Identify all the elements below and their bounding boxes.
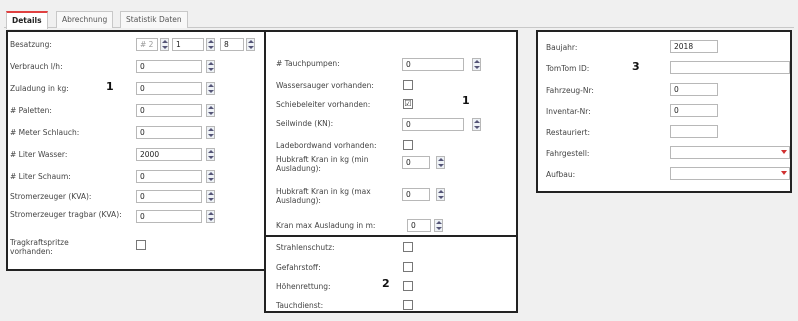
panel-sonderdienste: Strahlenschutz: Gefahrstoff: Höhenrettun… bbox=[264, 235, 518, 313]
schiebeleiter-label: Schiebeleiter vorhanden: bbox=[276, 100, 371, 109]
schiebeleiter-checkbox[interactable]: ☑ bbox=[403, 99, 413, 109]
aufbau-label: Aufbau: bbox=[546, 170, 576, 179]
section-marker-1: 1 bbox=[106, 80, 114, 93]
verbrauch-input[interactable]: 0 bbox=[136, 60, 202, 73]
strahlenschutz-label: Strahlenschutz: bbox=[276, 243, 335, 252]
hubkraft-max-input[interactable]: 0 bbox=[402, 188, 430, 201]
kran-max-spinner[interactable] bbox=[434, 219, 443, 232]
tab-statistik-daten[interactable]: Statistik Daten bbox=[120, 11, 188, 28]
hoehenrettung-label: Höhenrettung: bbox=[276, 282, 331, 291]
kran-max-input[interactable]: 0 bbox=[407, 219, 431, 232]
seilwinde-input[interactable]: 0 bbox=[402, 118, 464, 131]
hubkraft-max-spinner[interactable] bbox=[436, 188, 445, 201]
liter-wasser-input[interactable]: 2000 bbox=[136, 148, 202, 161]
besatzung-spinner-3[interactable] bbox=[246, 38, 255, 51]
panel-fahrzeugdaten: Besatzung: # 2 1 8 Verbrauch l/h: 0 Zula… bbox=[6, 30, 268, 271]
tragkraftspritze-checkbox[interactable] bbox=[136, 240, 146, 250]
ladebordwand-label: Ladebordwand vorhanden: bbox=[276, 141, 377, 150]
tragkraftspritze-label: Tragkraftspritze vorhanden: bbox=[10, 238, 69, 256]
paletten-spinner[interactable] bbox=[206, 104, 215, 117]
strahlenschutz-checkbox[interactable] bbox=[403, 242, 413, 252]
stromerzeuger-input[interactable]: 0 bbox=[136, 190, 202, 203]
zuladung-spinner[interactable] bbox=[206, 82, 215, 95]
meter-schlauch-input[interactable]: 0 bbox=[136, 126, 202, 139]
section-marker-2: 2 bbox=[382, 277, 390, 290]
gefahrstoff-checkbox[interactable] bbox=[403, 262, 413, 272]
liter-wasser-label: # Liter Wasser: bbox=[10, 150, 68, 159]
restauriert-input[interactable] bbox=[670, 125, 718, 138]
besatzung-spinner-2[interactable] bbox=[206, 38, 215, 51]
besatzung-input-1[interactable]: # 2 bbox=[136, 38, 158, 51]
besatzung-input-3[interactable]: 8 bbox=[220, 38, 244, 51]
liter-schaum-spinner[interactable] bbox=[206, 170, 215, 183]
verbrauch-spinner[interactable] bbox=[206, 60, 215, 73]
zuladung-label: Zuladung in kg: bbox=[10, 84, 69, 93]
kran-max-label: Kran max Ausladung in m: bbox=[276, 221, 376, 230]
tauchpumpen-spinner[interactable] bbox=[472, 58, 481, 71]
stromerzeuger-label: Stromerzeuger (KVA): bbox=[10, 192, 92, 201]
tauchdienst-label: Tauchdienst: bbox=[276, 301, 324, 310]
paletten-label: # Paletten: bbox=[10, 106, 52, 115]
tab-abrechnung[interactable]: Abrechnung bbox=[56, 11, 114, 28]
stromerzeuger-spinner[interactable] bbox=[206, 190, 215, 203]
baujahr-label: Baujahr: bbox=[546, 43, 578, 52]
liter-schaum-input[interactable]: 0 bbox=[136, 170, 202, 183]
baujahr-input[interactable]: 2018 bbox=[670, 40, 718, 53]
meter-schlauch-spinner[interactable] bbox=[206, 126, 215, 139]
fahrgestell-select[interactable] bbox=[670, 146, 790, 159]
hubkraft-min-label: Hubkraft Kran in kg (min Ausladung): bbox=[276, 155, 369, 173]
tauchdienst-checkbox[interactable] bbox=[403, 300, 413, 310]
hoehenrettung-checkbox[interactable] bbox=[403, 281, 413, 291]
section-marker-3: 3 bbox=[632, 60, 640, 73]
zuladung-input[interactable]: 0 bbox=[136, 82, 202, 95]
inventar-nr-input[interactable]: 0 bbox=[670, 104, 718, 117]
wassersauger-label: Wassersauger vorhanden: bbox=[276, 81, 374, 90]
chevron-down-icon[interactable] bbox=[781, 171, 787, 175]
meter-schlauch-label: # Meter Schlauch: bbox=[10, 128, 80, 137]
hubkraft-min-input[interactable]: 0 bbox=[402, 156, 430, 169]
paletten-input[interactable]: 0 bbox=[136, 104, 202, 117]
fahrzeug-nr-input[interactable]: 0 bbox=[670, 83, 718, 96]
besatzung-spinner-1[interactable] bbox=[160, 38, 169, 51]
tab-details[interactable]: Details bbox=[6, 11, 48, 29]
besatzung-input-2[interactable]: 1 bbox=[172, 38, 204, 51]
stromerzeuger-tragbar-input[interactable]: 0 bbox=[136, 210, 202, 223]
stromerzeuger-tragbar-spinner[interactable] bbox=[206, 210, 215, 223]
wassersauger-checkbox[interactable] bbox=[403, 80, 413, 90]
chevron-down-icon[interactable] bbox=[781, 150, 787, 154]
ladebordwand-checkbox[interactable] bbox=[403, 140, 413, 150]
tab-bar: Details Abrechnung Statistik Daten bbox=[4, 8, 794, 29]
aufbau-select[interactable] bbox=[670, 167, 790, 180]
fahrgestell-label: Fahrgestell: bbox=[546, 149, 590, 158]
besatzung-label: Besatzung: bbox=[10, 40, 52, 49]
fahrzeug-nr-label: Fahrzeug-Nr: bbox=[546, 86, 594, 95]
tauchpumpen-label: # Tauchpumpen: bbox=[276, 59, 340, 68]
verbrauch-label: Verbrauch l/h: bbox=[10, 62, 63, 71]
tomtom-id-input[interactable] bbox=[670, 61, 790, 74]
tomtom-id-label: TomTom ID: bbox=[546, 64, 590, 73]
section-marker-1b: 1 bbox=[462, 94, 470, 107]
liter-wasser-spinner[interactable] bbox=[206, 148, 215, 161]
gefahrstoff-label: Gefahrstoff: bbox=[276, 263, 321, 272]
seilwinde-label: Seilwinde (KN): bbox=[276, 119, 334, 128]
tauchpumpen-input[interactable]: 0 bbox=[402, 58, 464, 71]
panel-fahrzeuginfo: Baujahr: 2018 TomTom ID: 3 Fahrzeug-Nr: … bbox=[536, 30, 792, 193]
hubkraft-max-label: Hubkraft Kran in kg (max Ausladung): bbox=[276, 187, 371, 205]
liter-schaum-label: # Liter Schaum: bbox=[10, 172, 71, 181]
stromerzeuger-tragbar-label: Stromerzeuger tragbar (KVA): bbox=[10, 210, 122, 219]
hubkraft-min-spinner[interactable] bbox=[436, 156, 445, 169]
panel-ausstattung: # Tauchpumpen: 0 Wassersauger vorhanden:… bbox=[264, 30, 518, 237]
seilwinde-spinner[interactable] bbox=[472, 118, 481, 131]
inventar-nr-label: Inventar-Nr: bbox=[546, 107, 591, 116]
restauriert-label: Restauriert: bbox=[546, 128, 591, 137]
